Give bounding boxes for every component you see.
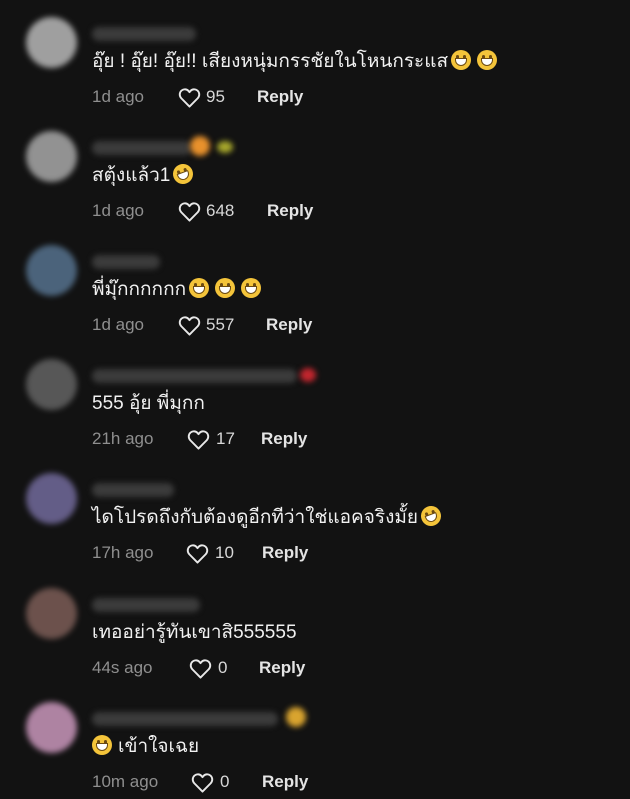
- avatar[interactable]: [26, 245, 77, 296]
- like-count: 557: [206, 315, 235, 334]
- heart-icon[interactable]: [191, 772, 214, 793]
- heart-emoji-icon: [300, 368, 316, 382]
- heart-icon[interactable]: [178, 201, 201, 222]
- avatar[interactable]: [26, 473, 77, 524]
- reply-button[interactable]: Reply: [261, 428, 307, 450]
- reply-button[interactable]: Reply: [257, 86, 303, 108]
- comment-text: อุ๊ย ! อุ๊ย! อุ๊ย!! เสียงหนุ่มกรรชัยในโห…: [92, 50, 498, 74]
- username-blurred[interactable]: [92, 141, 192, 155]
- comment-time: 10m ago: [92, 772, 159, 791]
- avatar[interactable]: [26, 131, 77, 182]
- avatar[interactable]: [26, 17, 77, 68]
- avatar[interactable]: [26, 588, 77, 639]
- comment-text: 555 อุ้ย พี่มุกก: [92, 393, 205, 414]
- avatar[interactable]: [26, 359, 77, 410]
- like-count: 648: [206, 201, 235, 220]
- username-blurred[interactable]: [92, 255, 160, 269]
- comment-item: เข้าใจเฉย 10m ago 0 Reply: [0, 685, 630, 799]
- comment-time: 17h ago: [92, 543, 154, 562]
- grin-emoji-icon: [215, 278, 236, 298]
- comment-time: 1d ago: [92, 201, 144, 220]
- sparkle-emoji-icon: [217, 141, 233, 153]
- comment-item: สตุ้งแล้ว1 1d ago 648 Reply: [0, 114, 630, 228]
- rofl-emoji-icon: [418, 503, 444, 529]
- laugh-emoji-icon: [92, 735, 112, 755]
- fire-emoji-icon: [190, 136, 210, 156]
- reply-button[interactable]: Reply: [262, 771, 308, 793]
- comment-time: 1d ago: [92, 87, 144, 106]
- comment-item: อุ๊ย ! อุ๊ย! อุ๊ย!! เสียงหนุ่มกรรชัยในโห…: [0, 0, 630, 114]
- like-count: 10: [215, 543, 234, 562]
- like-count: 95: [206, 87, 225, 106]
- reply-button[interactable]: Reply: [267, 200, 313, 222]
- avatar[interactable]: [26, 702, 77, 753]
- smile-emoji-icon: [286, 707, 306, 727]
- comment-text: พี่มุ๊กกกกกก: [92, 278, 262, 302]
- comment-text: เทออย่ารู้ทันเขาสิ555555: [92, 622, 297, 643]
- reply-button[interactable]: Reply: [266, 314, 312, 336]
- comment-text: เข้าใจเฉย: [92, 735, 199, 759]
- grin-emoji-icon: [189, 278, 210, 298]
- heart-icon[interactable]: [186, 543, 209, 564]
- comment-time: 44s ago: [92, 658, 153, 677]
- heart-icon[interactable]: [189, 658, 212, 679]
- comment-item: เทออย่ารู้ทันเขาสิ555555 44s ago 0 Reply: [0, 571, 630, 685]
- heart-icon[interactable]: [178, 315, 201, 336]
- username-blurred[interactable]: [92, 598, 200, 612]
- comment-item: ไดโปรดถึงกับต้องดูอีกทีว่าใช่แอคจริงมั้ย…: [0, 456, 630, 570]
- like-count: 0: [218, 658, 228, 677]
- grin-emoji-icon: [241, 278, 262, 298]
- like-count: 0: [220, 772, 230, 791]
- comment-time: 1d ago: [92, 315, 144, 334]
- like-count: 17: [216, 429, 235, 448]
- comment-item: 555 อุ้ย พี่มุกก 21h ago 17 Reply: [0, 342, 630, 456]
- comment-text: ไดโปรดถึงกับต้องดูอีกทีว่าใช่แอคจริงมั้ย: [92, 503, 444, 530]
- username-blurred[interactable]: [92, 483, 174, 497]
- heart-icon[interactable]: [178, 87, 201, 108]
- rofl-emoji-icon: [170, 161, 197, 187]
- comment-time: 21h ago: [92, 429, 154, 448]
- reply-button[interactable]: Reply: [259, 657, 305, 679]
- comment-item: พี่มุ๊กกกกกก 1d ago 557 Reply: [0, 228, 630, 342]
- comment-text: สตุ้งแล้ว1: [92, 161, 197, 188]
- username-blurred[interactable]: [92, 27, 196, 41]
- grin-emoji-icon: [451, 50, 472, 70]
- username-blurred[interactable]: [92, 369, 297, 383]
- heart-icon[interactable]: [187, 429, 210, 450]
- reply-button[interactable]: Reply: [262, 542, 308, 564]
- username-blurred[interactable]: [92, 712, 278, 726]
- grin-emoji-icon: [477, 50, 498, 70]
